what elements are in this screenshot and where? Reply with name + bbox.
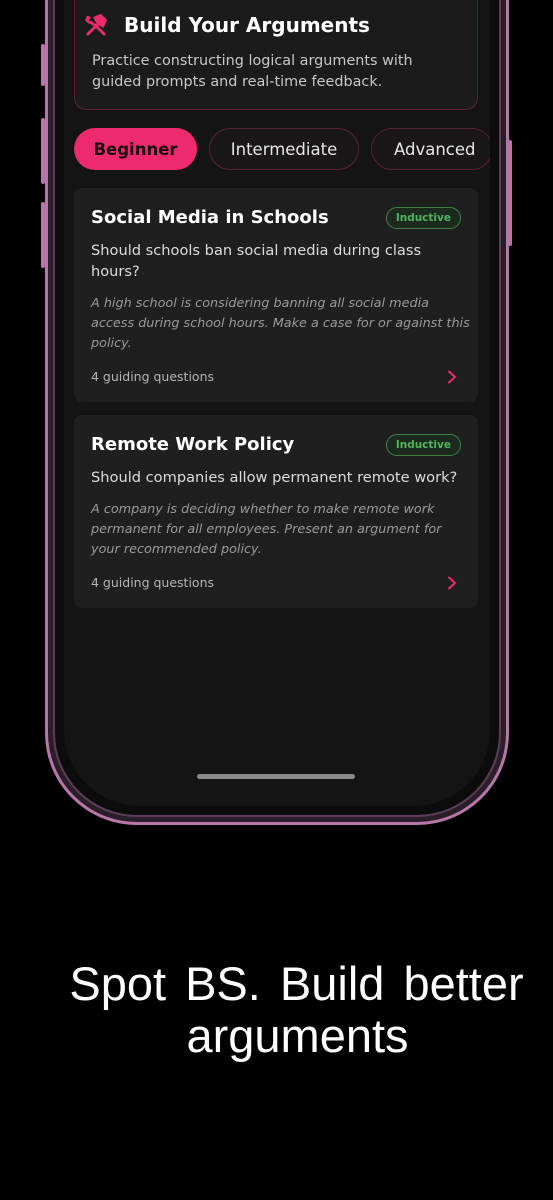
guiding-questions-count: 4 guiding questions xyxy=(91,575,215,590)
lesson-card-social-media[interactable]: Social Media in Schools Inductive Should… xyxy=(74,188,478,402)
argument-type-badge: Inductive xyxy=(385,207,461,229)
chevron-right-icon[interactable] xyxy=(445,370,459,384)
hammer-wrench-icon xyxy=(85,14,107,36)
page-description: Practice constructing logical arguments … xyxy=(92,53,413,90)
lesson-title: Remote Work Policy xyxy=(91,434,295,455)
lesson-question: Should schools ban social media during c… xyxy=(91,242,422,280)
caption-line-2: arguments xyxy=(186,1009,409,1062)
lesson-scenario: A company is deciding whether to make re… xyxy=(91,502,442,557)
phone-side-button-right xyxy=(508,140,512,246)
lesson-title: Social Media in Schools xyxy=(91,207,329,228)
phone-side-button-left-2 xyxy=(41,118,45,184)
app-screen: Build Your Arguments Practice constructi… xyxy=(64,0,490,806)
chevron-right-icon[interactable] xyxy=(445,576,459,590)
home-indicator[interactable] xyxy=(197,774,355,779)
caption-line-1: Spot BS. Build better xyxy=(69,957,524,1010)
lesson-scenario: A high school is considering banning all… xyxy=(91,296,470,351)
tab-intermediate[interactable]: Intermediate xyxy=(209,128,359,170)
lesson-question: Should companies allow permanent remote … xyxy=(91,469,458,486)
argument-type-badge: Inductive xyxy=(385,434,461,456)
phone-side-button-left-3 xyxy=(41,202,45,268)
tab-advanced[interactable]: Advanced xyxy=(371,128,490,170)
tab-beginner[interactable]: Beginner xyxy=(74,128,197,170)
lesson-card-remote-work[interactable]: Remote Work Policy Inductive Should comp… xyxy=(74,415,478,608)
phone-side-button-left-1 xyxy=(41,44,45,86)
marketing-caption: Spot BS. Build better arguments xyxy=(0,958,553,1062)
guiding-questions-count: 4 guiding questions xyxy=(91,369,215,384)
page-title: Build Your Arguments xyxy=(124,13,370,37)
